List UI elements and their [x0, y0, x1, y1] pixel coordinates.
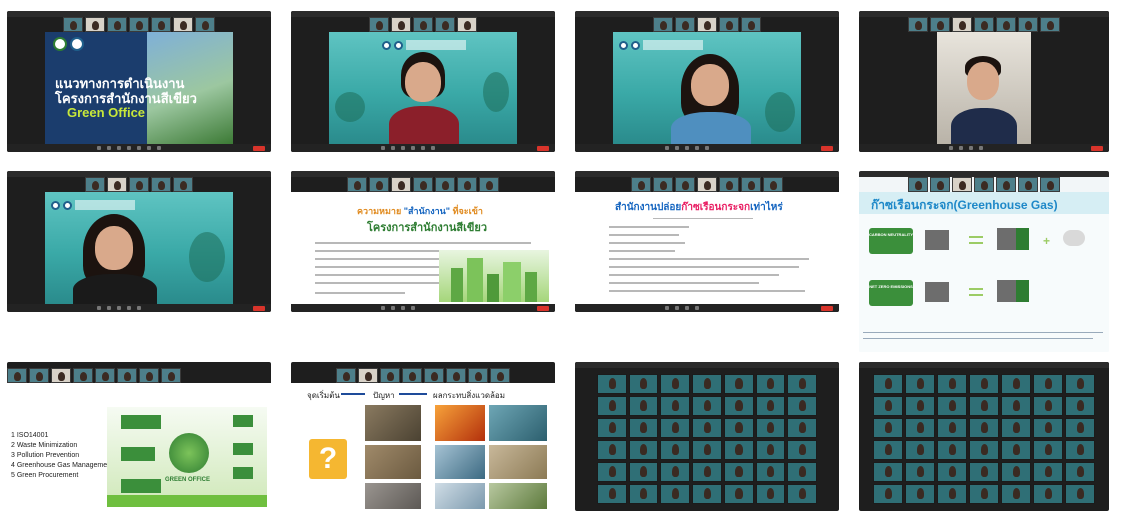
- window-titlebar: [575, 362, 839, 368]
- end-meeting-button[interactable]: [821, 146, 833, 151]
- meeting-controls[interactable]: [575, 144, 839, 152]
- meeting-controls[interactable]: [7, 144, 271, 152]
- meeting-controls[interactable]: [575, 304, 839, 312]
- virtual-bg-logos: [619, 40, 703, 50]
- virtual-bg-logos: [381, 40, 466, 50]
- meeting-controls[interactable]: [859, 144, 1109, 152]
- impact-photo-3: [435, 445, 485, 479]
- meeting-tile-standards-list-slide: 1 ISO14001 2 Waste Minimization 3 Pollut…: [7, 362, 271, 511]
- label-problem: ปัญหา: [373, 391, 395, 400]
- shared-slide-cover: แนวทางการดำเนินงาน โครงการสำนักงานสีเขีย…: [45, 32, 233, 144]
- list-item: 1 ISO14001: [11, 432, 49, 439]
- impact-photo-2: [489, 405, 547, 441]
- meeting-tile-problem-slide: จุดเริ่มต้น ปัญหา ผลกระทบสิ่งแวดล้อม ?: [291, 362, 555, 511]
- impact-photo-5: [435, 483, 485, 509]
- speaker-video: [329, 32, 517, 146]
- speaker-person: [671, 54, 751, 148]
- participant-strip: [291, 368, 555, 383]
- virtual-bg-logos: [51, 200, 135, 210]
- speaker-video: [613, 32, 801, 148]
- speaker-person: [73, 214, 157, 308]
- window-titlebar: [859, 362, 1109, 368]
- meeting-tile-cover-slide: แนวทางการดำเนินงาน โครงการสำนักงานสีเขีย…: [7, 11, 271, 152]
- question-mark-box: ?: [309, 439, 347, 479]
- meeting-tile-speaker-4: [7, 171, 271, 312]
- speaker-video: [45, 192, 233, 308]
- carbon-neutrality-badge: CARBON NEUTRALITY: [869, 228, 913, 254]
- green-office-diagram: GREEN OFFICE: [107, 407, 267, 507]
- impact-photo-4: [489, 445, 547, 479]
- slide-title: ความหมาย "สำนักงาน" ที่จะเข้า: [357, 206, 483, 216]
- university-logos: [53, 37, 84, 51]
- label-start: จุดเริ่มต้น: [307, 391, 340, 400]
- participant-strip: [7, 368, 271, 383]
- problem-photo-1: [365, 405, 421, 441]
- participant-strip: [859, 17, 1109, 32]
- meeting-tile-gallery-1: [575, 362, 839, 511]
- speaker-video: [937, 32, 1031, 148]
- participant-strip: [7, 17, 271, 32]
- factory-icon: [925, 230, 949, 250]
- end-meeting-button[interactable]: [537, 306, 549, 311]
- meeting-tile-speaker-1: [291, 11, 555, 152]
- participant-strip: [575, 177, 839, 192]
- participant-gallery: [597, 374, 817, 504]
- participant-strip: [859, 177, 1109, 192]
- shared-slide-emission: สำนักงานปล่อยก๊าซเรือนกระจกเท่าไหร่: [575, 192, 839, 304]
- speaker-person: [389, 52, 459, 146]
- cover-green-office-text: Green Office: [67, 105, 146, 120]
- speaker-person: [951, 46, 1017, 148]
- participant-gallery: [873, 374, 1095, 504]
- slide-title: สำนักงานปล่อยก๊าซเรือนกระจกเท่าไหร่: [615, 202, 783, 213]
- problem-photo-3: [365, 483, 421, 509]
- label-impact: ผลกระทบสิ่งแวดล้อม: [433, 391, 505, 400]
- meeting-tile-gallery-2: [859, 362, 1109, 511]
- participant-strip: [291, 17, 555, 32]
- meeting-controls[interactable]: [7, 304, 271, 312]
- end-meeting-button[interactable]: [253, 146, 265, 151]
- end-meeting-button[interactable]: [821, 306, 833, 311]
- list-item: 5 Green Procurement: [11, 472, 79, 479]
- meeting-tile-emission-slide: สำนักงานปล่อยก๊าซเรือนกระจกเท่าไหร่: [575, 171, 839, 312]
- list-item: 3 Pollution Prevention: [11, 452, 80, 459]
- standards-list: 1 ISO14001 2 Waste Minimization 3 Pollut…: [11, 431, 113, 481]
- arrow-icon: [341, 393, 365, 395]
- shared-slide-problem: จุดเริ่มต้น ปัญหา ผลกระทบสิ่งแวดล้อม ?: [291, 383, 555, 511]
- slide-subtitle: โครงการสำนักงานสีเขียว: [367, 222, 488, 234]
- meeting-controls[interactable]: [291, 144, 555, 152]
- cloud-icon: [1063, 230, 1085, 246]
- equals-icon: [969, 236, 983, 244]
- participant-strip: [575, 17, 839, 32]
- factory-tree-icon: [997, 228, 1029, 250]
- net-zero-badge: NET ZERO EMISSIONS: [869, 280, 913, 306]
- shared-slide-ghg: ก๊าซเรือนกระจก(Greenhouse Gas) CARBON NE…: [859, 192, 1109, 352]
- equals-icon: [969, 288, 983, 296]
- shared-slide-standards: 1 ISO14001 2 Waste Minimization 3 Pollut…: [7, 383, 271, 511]
- meeting-controls[interactable]: [291, 304, 555, 312]
- green-building-illustration: [439, 250, 549, 302]
- slide-title: ก๊าซเรือนกระจก(Greenhouse Gas): [871, 198, 1058, 212]
- diagram-center-label: GREEN OFFICE: [165, 477, 211, 483]
- end-meeting-button[interactable]: [537, 146, 549, 151]
- end-meeting-button[interactable]: [253, 306, 265, 311]
- meeting-tile-ghg-slide: ก๊าซเรือนกระจก(Greenhouse Gas) CARBON NE…: [859, 171, 1109, 352]
- meeting-tile-speaker-2: [575, 11, 839, 152]
- cover-title: แนวทางการดำเนินงาน โครงการสำนักงานสีเขีย…: [55, 76, 197, 106]
- plus-icon: +: [1043, 234, 1051, 248]
- factory-icon: [925, 282, 949, 302]
- meeting-tile-office-definition-slide: ความหมาย "สำนักงาน" ที่จะเข้า โครงการสำน…: [291, 171, 555, 312]
- participant-strip: [291, 177, 555, 192]
- list-item: 2 Waste Minimization: [11, 442, 78, 449]
- impact-photo-6: [489, 483, 547, 509]
- impact-photo-1: [435, 405, 485, 441]
- meeting-tile-speaker-3: [859, 11, 1109, 152]
- end-meeting-button[interactable]: [1091, 146, 1103, 151]
- problem-photo-2: [365, 445, 421, 479]
- list-item: 4 Greenhouse Gas Management: [11, 462, 113, 469]
- arrow-icon: [399, 393, 427, 395]
- shared-slide-office-definition: ความหมาย "สำนักงาน" ที่จะเข้า โครงการสำน…: [291, 192, 555, 304]
- participant-strip: [7, 177, 271, 192]
- factory-tree-icon: [997, 280, 1029, 302]
